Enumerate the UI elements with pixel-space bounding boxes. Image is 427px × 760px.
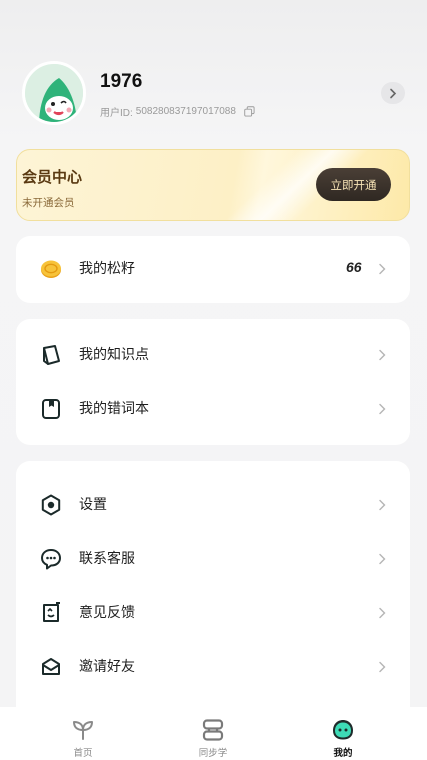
invite-icon (42, 658, 60, 675)
coins-row[interactable]: 我的松籽 66 (16, 242, 410, 296)
menu-item-support[interactable]: 联系客服 (16, 532, 410, 586)
sprout-icon (73, 721, 93, 740)
coins-count: 66 (346, 259, 362, 275)
tab-label: 首页 (73, 748, 93, 759)
menu-item-label: 设置 (79, 497, 107, 513)
vip-title: 会员中心 (22, 168, 83, 186)
user-id-row: 用户ID: 508280837197017088 (100, 104, 255, 119)
study-item-label: 我的错词本 (79, 401, 149, 417)
tab-mine[interactable]: 我的 (293, 707, 393, 760)
vip-subtitle: 未开通会员 (22, 197, 75, 209)
menu-item-settings[interactable]: 设置 (16, 478, 410, 532)
avatar[interactable] (22, 61, 86, 125)
profile-arrow-button[interactable] (381, 82, 405, 104)
tab-label: 同步学 (198, 748, 228, 759)
study-item-knowledge[interactable]: 我的知识点 (16, 328, 410, 382)
stack-icon (202, 719, 224, 741)
coin-icon (41, 260, 61, 278)
tab-sync-study[interactable]: 同步学 (163, 707, 263, 760)
feedback-icon (43, 602, 60, 622)
study-card: 我的知识点 我的错词本 (16, 319, 410, 445)
copy-icon[interactable] (244, 106, 255, 117)
study-item-label: 我的知识点 (79, 347, 149, 363)
menu-item-invite[interactable]: 邀请好友 (16, 640, 410, 694)
chevron-right-icon (379, 499, 386, 511)
user-id-label: 用户ID: (100, 108, 133, 119)
coins-label: 我的松籽 (79, 261, 135, 277)
chat-icon (41, 549, 61, 570)
chevron-right-icon (379, 553, 386, 565)
chevron-right-icon (379, 349, 386, 361)
chevron-right-icon (379, 263, 386, 275)
menu-item-label: 联系客服 (79, 551, 135, 567)
menu-item-feedback[interactable]: 意见反馈 (16, 586, 410, 640)
mascot-avatar-icon (25, 64, 83, 122)
profile-page: 1976 用户ID: 508280837197017088 会员中心 未开通会员… (0, 0, 427, 760)
settings-card: 设置 联系客服 意见反馈 邀请好友 (16, 461, 410, 731)
chevron-right-icon (379, 661, 386, 673)
mascot-icon (333, 720, 353, 740)
vip-open-button[interactable]: 立即开通 (316, 168, 391, 201)
menu-item-label: 意见反馈 (79, 605, 135, 621)
study-item-wrongwords[interactable]: 我的错词本 (16, 382, 410, 436)
username: 1976 (100, 71, 143, 92)
chevron-right-icon (379, 607, 386, 619)
chevron-right-icon (379, 403, 386, 415)
tab-home[interactable]: 首页 (33, 707, 133, 760)
bottom-tab-bar: 首页 同步学 我的 (0, 707, 427, 760)
book-icon (43, 345, 60, 365)
settings-icon (41, 494, 61, 516)
notebook-icon (42, 399, 60, 419)
coins-card: 我的松籽 66 (16, 236, 410, 303)
menu-item-label: 邀请好友 (79, 659, 135, 675)
chevron-right-icon (390, 88, 397, 98)
user-id-value: 508280837197017088 (135, 106, 236, 117)
tab-label: 我的 (333, 748, 353, 759)
